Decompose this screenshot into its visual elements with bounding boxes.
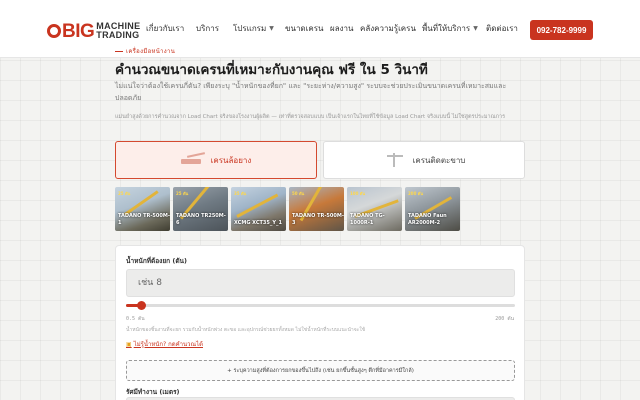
slider-handle[interactable] (136, 301, 146, 310)
crane-thumb[interactable]: 100 ตัน TADANO TG-1000R-1 (347, 187, 402, 231)
crane-model-label: TADANO TR250M-6 (176, 213, 226, 226)
phone-cta-button[interactable]: 092-782-9999 (530, 20, 593, 40)
crane-thumb[interactable]: 200 ตัน TADANO Faun AR2000M-2 (405, 187, 460, 231)
hero-subtitle: ไม่แน่ใจว่าต้องใช้เครนกี่ตัน? เพียงระบุ … (115, 82, 507, 102)
nav-item[interactable]: พื้นที่ให้บริการ ▼ (422, 22, 486, 35)
nav-item-label: โปรแกรม (233, 24, 267, 33)
tonnage-badge: 100 ตัน (350, 191, 366, 196)
lightbulb-icon: ▣ (126, 340, 132, 348)
weight-help-text: น้ำหนักของชิ้นงานที่จะยก รวมกับน้ำหนักพ่… (126, 327, 366, 333)
slider-max-label: 200 ตัน (495, 316, 514, 322)
radius-label: รัศมีทำงาน (เมตร) (126, 388, 180, 396)
calculator-form: น้ำหนักที่ต้องยก (ตัน) 0.5 ตัน 200 ตัน น… (115, 245, 525, 400)
slider-min-label: 0.5 ตัน (126, 316, 145, 322)
tonnage-badge: 200 ตัน (408, 191, 424, 196)
nav-item[interactable]: โปรแกรม ▼ (233, 22, 285, 35)
nav-item[interactable]: บริการ (196, 22, 233, 35)
nav-item[interactable]: คลังความรู้เครน (360, 22, 422, 35)
crane-thumb[interactable]: 35 ตัน XCMG XCT35_Y_1 (231, 187, 286, 231)
weight-input[interactable] (126, 269, 515, 297)
chevron-down-icon: ▼ (473, 25, 478, 32)
nav-item-label: ขนาดเครน (285, 24, 324, 33)
crane-boom (236, 193, 279, 218)
nav-item-label: คลังความรู้เครน (360, 24, 416, 33)
nav-item-label: พื้นที่ให้บริการ (422, 24, 471, 33)
chevron-down-icon: ▼ (269, 25, 274, 32)
gear-icon (47, 24, 61, 38)
tonnage-badge: 25 ตัน (118, 191, 131, 196)
tower-crane-icon (383, 153, 409, 167)
nav-item[interactable]: ขนาดเครน (285, 22, 330, 35)
logo-line-2: TRADING (96, 30, 140, 40)
crane-model-label: XCMG XCT35_Y_1 (234, 220, 282, 226)
logo-big-text: BIG (62, 20, 95, 42)
nav-item-label: เกี่ยวกับเรา (146, 24, 185, 33)
crane-model-label: TADANO TR-500M-3 (292, 213, 344, 226)
crane-thumb[interactable]: 25 ตัน TADANO TR-500M-1 (115, 187, 170, 231)
tonnage-badge: 50 ตัน (292, 191, 305, 196)
crane-type-crawler[interactable]: เครนติดตะขาบ (323, 141, 525, 179)
weight-slider[interactable] (126, 301, 515, 310)
hero-tag: เครื่องมือหน้างาน (115, 46, 175, 56)
crane-type-label: เครนติดตะขาบ (412, 155, 466, 165)
nav-item[interactable]: ติดต่อเรา (486, 22, 526, 35)
tonnage-badge: 35 ตัน (234, 191, 247, 196)
nav-item[interactable]: ผลงาน (330, 22, 360, 35)
tonnage-badge: 25 ตัน (176, 191, 189, 196)
weight-help-link[interactable]: ▣ ไม่รู้น้ำหนัก? กดคำนวณได้ (126, 339, 203, 349)
crane-type-label: เครนล้อยาง (210, 155, 252, 165)
crane-model-label: TADANO TR-500M-1 (118, 213, 170, 226)
nav-item-label: ผลงาน (330, 24, 354, 33)
crane-thumb[interactable]: 25 ตัน TADANO TR250M-6 (173, 187, 228, 231)
crane-model-label: TADANO Faun AR2000M-2 (408, 213, 447, 226)
crane-model-label: TADANO TG-1000R-1 (350, 213, 385, 226)
weight-label: น้ำหนักที่ต้องยก (ตัน) (126, 257, 187, 265)
top-navbar: BIG MACHINE TRADING เกี่ยวกับเรา บริการ โป… (0, 0, 640, 58)
nav-item[interactable]: เกี่ยวกับเรา (146, 22, 196, 35)
crane-type-mobile[interactable]: เครนล้อยาง (115, 141, 317, 179)
page-title: คำนวณขนาดเครนที่เหมาะกับงานคุณ ฟรี ใน 5 … (115, 62, 428, 78)
brand-logo[interactable]: BIG MACHINE TRADING (47, 18, 140, 44)
weight-help-link-text: ไม่รู้น้ำหนัก? กดคำนวณได้ (133, 341, 203, 348)
crane-thumb[interactable]: 50 ตัน TADANO TR-500M-3 (289, 187, 344, 231)
crane-gallery: 25 ตัน TADANO TR-500M-1 25 ตัน TADANO TR… (115, 187, 460, 231)
nav-item-label: บริการ (196, 24, 220, 33)
logo-wordmark: MACHINE TRADING (96, 22, 140, 40)
nav-menu: เกี่ยวกับเรา บริการ โปรแกรม ▼ ขนาดเครน ผลงานค… (146, 22, 526, 35)
hero-note: แม่นยำสูงด้วยการคำนวณจาก Load Chart จริง… (115, 114, 506, 120)
truck-crane-icon (180, 153, 207, 167)
nav-item-label: ติดต่อเรา (486, 24, 518, 33)
add-height-button[interactable]: + ระบุความสูงที่ต้องการยกของขึ้นไปถึง (เ… (126, 360, 515, 381)
